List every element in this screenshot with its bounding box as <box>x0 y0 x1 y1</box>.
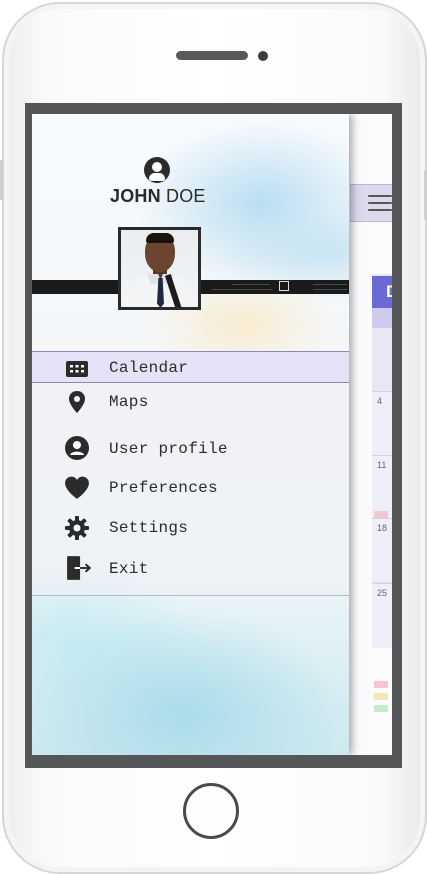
contact-text: ————————— <box>313 282 348 286</box>
calendar-icon <box>66 361 88 377</box>
volume-button <box>0 160 3 200</box>
contact-text: ———————————————— <box>212 287 273 291</box>
contact-text: —————————— <box>232 282 270 286</box>
divider <box>32 595 349 596</box>
contact-text: ————————— <box>313 287 348 291</box>
user-icon <box>144 157 170 183</box>
legend-marker <box>374 693 388 700</box>
map-pin-icon <box>69 391 85 413</box>
menu-item-label: Exit <box>109 560 149 578</box>
earpiece-speaker <box>176 51 248 60</box>
calendar-cell[interactable]: 25 <box>372 583 392 648</box>
menu-item-preferences[interactable]: Preferences <box>32 472 349 504</box>
gear-icon <box>65 516 89 540</box>
navigation-drawer: JOHN DOE —————————— ———————————————— ———… <box>32 114 349 755</box>
calendar-subheader <box>372 308 392 328</box>
menu-item-user-profile[interactable]: User profile <box>32 432 349 464</box>
front-camera <box>258 51 268 61</box>
menu-item-label: Preferences <box>109 479 218 497</box>
legend-marker <box>374 705 388 712</box>
event-marker <box>374 511 388 518</box>
heart-icon <box>65 476 89 499</box>
home-button[interactable] <box>183 783 239 839</box>
calendar-header: D <box>372 276 392 308</box>
calendar-cell[interactable]: 4 <box>372 391 392 458</box>
exit-icon <box>67 556 92 580</box>
hamburger-menu-icon[interactable] <box>368 195 392 213</box>
menu-item-label: Maps <box>109 393 149 411</box>
menu-item-settings[interactable]: Settings <box>32 512 349 544</box>
calendar-cell[interactable]: 11 <box>372 455 392 518</box>
home-icon <box>279 281 289 291</box>
legend-marker <box>374 681 388 688</box>
menu-item-exit[interactable]: Exit <box>32 552 349 584</box>
menu-item-label: Settings <box>109 519 189 537</box>
user-profile-icon <box>65 436 89 460</box>
menu-item-label: Calendar <box>109 359 189 377</box>
menu-item-maps[interactable]: Maps <box>32 386 349 418</box>
menu-item-label: User profile <box>109 440 228 458</box>
screen: D 4 11 18 25 JOHN DOE —————————— ———————… <box>32 114 392 755</box>
menu-item-calendar[interactable]: Calendar <box>32 351 349 383</box>
calendar-cell[interactable]: 18 <box>372 518 392 581</box>
user-name: JOHN DOE <box>110 186 206 206</box>
avatar <box>118 227 201 310</box>
